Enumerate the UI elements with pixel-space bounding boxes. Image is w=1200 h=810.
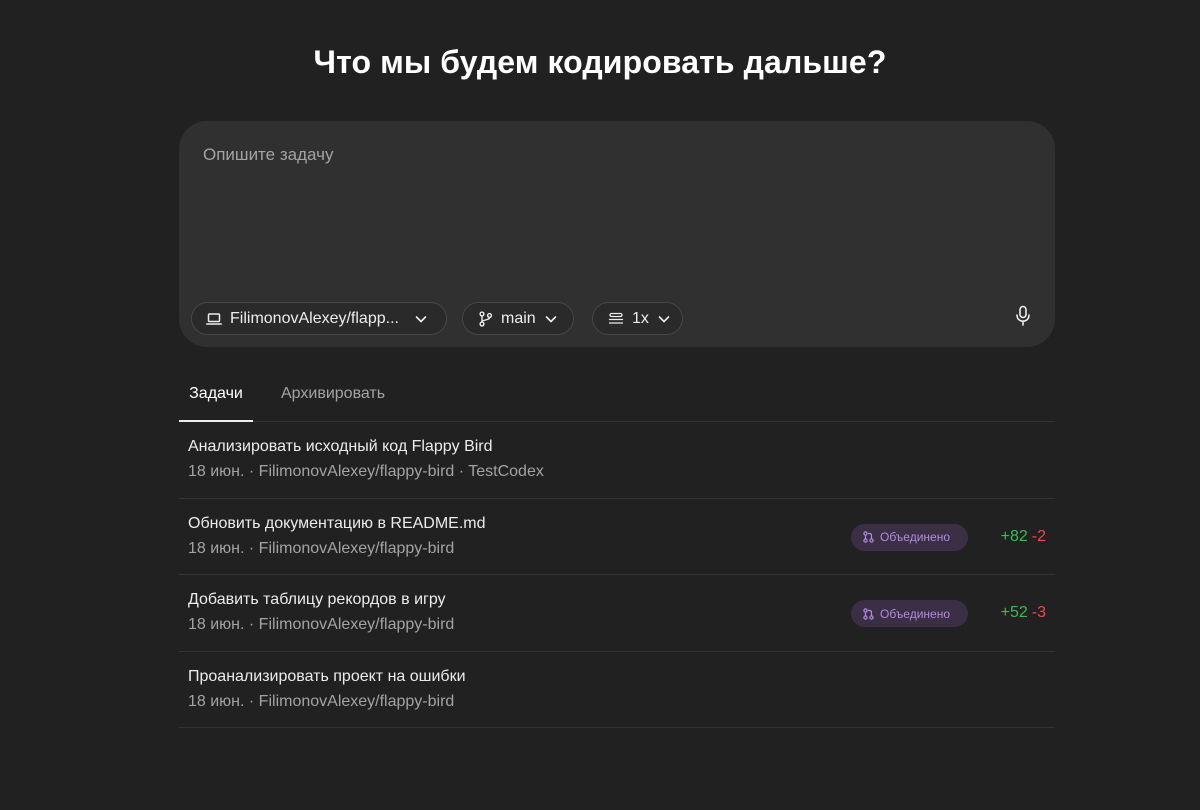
task-tabs: Задачи Архивировать	[179, 372, 1055, 422]
task-title: Добавить таблицу рекордов в игру	[188, 591, 446, 608]
versions-selector[interactable]: 1x	[592, 302, 683, 335]
task-row[interactable]: Анализировать исходный код Flappy Bird 1…	[179, 422, 1055, 499]
task-meta: 18 июн. · FilimonovAlexey/flappy-bird	[188, 616, 455, 633]
branch-selector[interactable]: main	[462, 302, 574, 335]
chevron-down-icon	[658, 315, 670, 322]
lines-added: +52	[1000, 604, 1028, 621]
repo-selector-label: FilimonovAlexey/flapp...	[230, 309, 399, 327]
diff-stats: +52 -3	[1001, 604, 1046, 622]
laptop-icon	[206, 312, 222, 325]
task-row[interactable]: Проанализировать проект на ошибки 18 июн…	[179, 652, 1055, 728]
microphone-icon	[1016, 305, 1030, 326]
task-meta: 18 июн. · FilimonovAlexey/flappy-bird · …	[188, 463, 544, 480]
task-title: Обновить документацию в README.md	[188, 514, 486, 532]
codex-home: Что мы будем кодировать дальше? Filimono…	[0, 0, 1200, 810]
repo-selector[interactable]: FilimonovAlexey/flapp...	[191, 302, 447, 335]
task-meta: 18 июн. · FilimonovAlexey/flappy-bird	[188, 539, 455, 557]
task-description-input[interactable]	[203, 145, 1023, 295]
task-title: Анализировать исходный код Flappy Bird	[188, 438, 493, 455]
versions-selector-label: 1x	[632, 309, 649, 327]
task-list: Анализировать исходный код Flappy Bird 1…	[179, 422, 1055, 728]
lines-added: +82	[1000, 527, 1028, 545]
merged-badge-label: Объединено	[880, 606, 951, 621]
branch-selector-label: main	[501, 309, 536, 327]
pull-request-icon	[863, 607, 874, 620]
lines-removed: -2	[1031, 527, 1046, 545]
chevron-down-icon	[415, 315, 427, 322]
tab-archive[interactable]: Архивировать	[281, 372, 385, 422]
task-meta: 18 июн. · FilimonovAlexey/flappy-bird	[188, 692, 455, 710]
task-row[interactable]: Добавить таблицу рекордов в игру 18 июн.…	[179, 575, 1055, 652]
page-title: Что мы будем кодировать дальше?	[313, 44, 887, 80]
stack-icon	[608, 312, 624, 324]
task-composer: FilimonovAlexey/flapp... main	[179, 121, 1055, 347]
diff-stats: +82 -2	[1001, 528, 1046, 546]
git-branch-icon	[479, 310, 493, 327]
task-title: Проанализировать проект на ошибки	[188, 667, 466, 685]
merged-badge-label: Объединено	[880, 530, 951, 544]
dictate-button[interactable]	[1009, 301, 1037, 331]
task-row[interactable]: Обновить документацию в README.md 18 июн…	[179, 499, 1055, 575]
merged-badge: Объединено	[851, 523, 968, 551]
pull-request-icon	[863, 531, 874, 543]
chevron-down-icon	[545, 315, 556, 322]
lines-removed: -3	[1031, 604, 1046, 621]
tab-tasks[interactable]: Задачи	[179, 372, 253, 422]
merged-badge: Объединено	[851, 600, 968, 627]
